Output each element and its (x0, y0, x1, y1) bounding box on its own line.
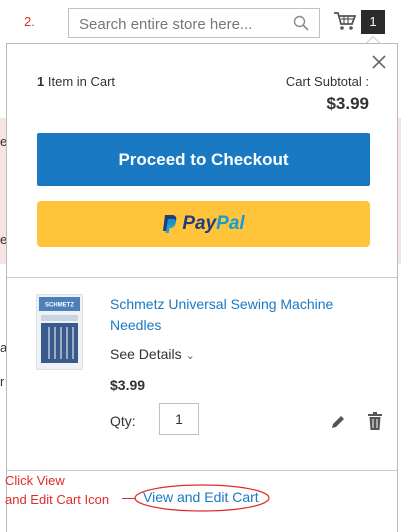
edit-icon[interactable] (330, 414, 346, 430)
search-field[interactable] (68, 8, 320, 38)
items-count: 1 (37, 74, 45, 89)
qty-input[interactable] (159, 403, 199, 435)
paypal-label-pal: Pal (216, 213, 245, 234)
items-label: Item in Cart (47, 74, 116, 89)
view-and-edit-cart-link[interactable]: View and Edit Cart (143, 489, 259, 505)
see-details-toggle[interactable]: See Details ⌄ (110, 346, 195, 362)
background-text-fragment: r (0, 374, 5, 389)
cart-icon[interactable] (334, 11, 356, 31)
close-icon[interactable] (371, 54, 387, 70)
search-icon[interactable] (293, 15, 309, 31)
items-total: 1 Item in Cart (37, 74, 115, 89)
product-name-link[interactable]: Schmetz Universal Sewing Machine Needles (110, 294, 360, 336)
subtotal-amount: $3.99 (326, 94, 369, 113)
see-details-label: See Details (110, 346, 182, 362)
divider (7, 277, 397, 278)
qty-label: Qty: (110, 413, 136, 429)
annotation-line-2: and Edit Cart Icon (5, 492, 110, 507)
paypal-checkout-button[interactable]: PayPal (37, 201, 370, 247)
proceed-to-checkout-button[interactable]: Proceed to Checkout (37, 133, 370, 186)
annotation-line-1: Click View (5, 473, 65, 488)
subtotal-label: Cart Subtotal : (285, 74, 369, 89)
step-number-annotation: 2. (24, 14, 35, 29)
cart-count-badge[interactable]: 1 (361, 10, 385, 34)
chevron-down-icon: ⌄ (185, 350, 195, 362)
minicart-dropdown: 1 Item in Cart Cart Subtotal : $3.99 Pro… (6, 43, 398, 532)
instruction-annotation: Click View and Edit Cart Icon (5, 471, 109, 509)
paypal-logo: PayPal (162, 213, 245, 235)
paypal-label-pay: Pay (182, 213, 217, 234)
product-price: $3.99 (110, 377, 146, 393)
product-image-brand: SCHMETZ (45, 303, 74, 309)
search-input[interactable] (77, 13, 291, 35)
trash-icon[interactable] (368, 412, 382, 430)
paypal-p-icon (163, 215, 177, 233)
product-image[interactable]: SCHMETZ (36, 294, 83, 370)
